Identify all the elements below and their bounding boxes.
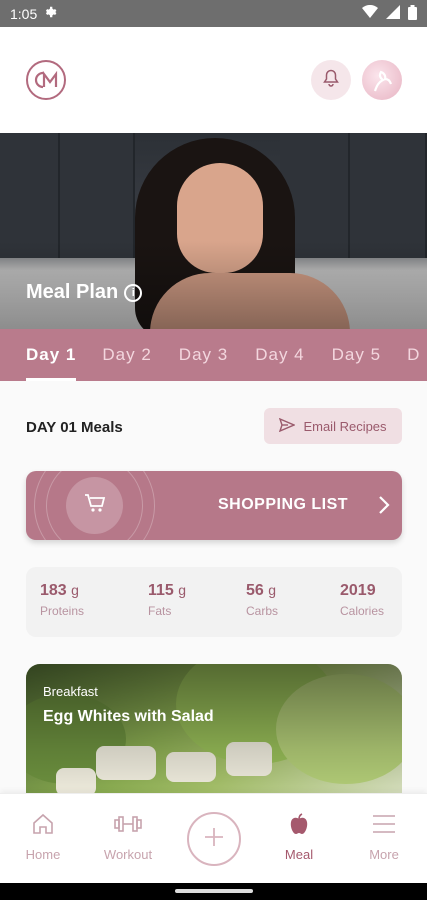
menu-icon <box>371 812 397 839</box>
macro-proteins: 183 g Proteins <box>40 582 84 618</box>
macro-value: 115 <box>148 582 174 599</box>
meal-plan-hero: Meal Plan i <box>0 133 427 329</box>
tab-day-3[interactable]: Day 3 <box>179 329 228 381</box>
macros-summary: 183 g Proteins 115 g Fats 56 g Carbs 201… <box>26 567 402 637</box>
status-time: 1:05 <box>10 5 38 22</box>
macro-value: 2019 <box>340 582 376 599</box>
macro-carbs: 56 g Carbs <box>246 582 278 618</box>
nav-workout[interactable]: Workout <box>93 812 163 862</box>
macro-label: Proteins <box>40 604 85 618</box>
day-tabs: Day 1 Day 2 Day 3 Day 4 Day 5 D <box>0 329 427 381</box>
shopping-list-label: SHOPPING LIST <box>218 496 349 513</box>
nav-more-label: More <box>369 847 399 862</box>
page-title-text: Meal Plan <box>26 281 119 303</box>
apple-icon <box>287 812 311 839</box>
recipe-meal-type: Breakfast <box>43 684 98 699</box>
app-header <box>0 27 427 133</box>
tab-day-2[interactable]: Day 2 <box>102 329 151 381</box>
macro-value: 56 <box>246 582 264 599</box>
send-icon <box>279 417 297 435</box>
recipe-name: Egg Whites with Salad <box>43 708 214 725</box>
dumbbell-icon <box>113 812 143 839</box>
macro-unit: g <box>268 582 277 598</box>
notifications-button[interactable] <box>311 60 351 100</box>
nav-home[interactable]: Home <box>8 812 78 862</box>
email-recipes-label: Email Recipes <box>303 418 387 434</box>
signal-icon <box>386 5 400 22</box>
macro-unit: g <box>178 582 187 598</box>
macro-fats: 115 g Fats <box>148 582 186 618</box>
cart-circle <box>66 477 123 534</box>
tab-day-1[interactable]: Day 1 <box>26 329 77 381</box>
brand-logo-icon[interactable] <box>26 60 66 100</box>
recipe-card[interactable]: Breakfast Egg Whites with Salad <box>26 664 402 804</box>
macro-unit: g <box>71 582 79 598</box>
plus-icon <box>202 825 226 854</box>
add-button[interactable] <box>187 812 241 866</box>
wifi-icon <box>362 4 378 22</box>
app-screen: 1:05 Meal Plan i Day 1 Day 2 Day 3 Day 4… <box>0 0 427 900</box>
info-icon[interactable]: i <box>124 283 143 302</box>
macro-calories: 2019 Calories <box>340 582 384 618</box>
bell-icon <box>323 69 339 92</box>
page-title: Meal Plan i <box>26 281 143 304</box>
cart-icon <box>84 493 106 518</box>
macro-label: Fats <box>148 604 172 618</box>
nav-meal[interactable]: Meal <box>264 812 334 862</box>
macro-label: Calories <box>340 604 385 618</box>
battery-icon <box>408 4 417 23</box>
status-bar: 1:05 <box>0 0 427 27</box>
meal-content: DAY 01 Meals Email Recipes SHOPPING LIST <box>0 381 427 804</box>
profile-avatar[interactable] <box>362 60 402 100</box>
settings-gear-icon <box>43 5 57 22</box>
gesture-bar <box>0 883 427 900</box>
macro-label: Carbs <box>246 604 279 618</box>
home-icon <box>31 812 55 839</box>
meals-heading: DAY 01 Meals <box>26 419 123 436</box>
shopping-list-button[interactable]: SHOPPING LIST <box>26 471 402 540</box>
home-gesture-handle[interactable] <box>175 889 253 893</box>
nav-workout-label: Workout <box>103 847 153 862</box>
email-recipes-button[interactable]: Email Recipes <box>264 408 402 444</box>
macro-value: 183 <box>40 582 67 599</box>
tab-day-6[interactable]: D <box>407 329 420 381</box>
nav-more[interactable]: More <box>349 812 419 862</box>
bottom-nav: Home Workout Meal More <box>0 793 427 883</box>
nav-home-label: Home <box>25 847 61 862</box>
chevron-right-icon <box>378 493 390 522</box>
tab-day-5[interactable]: Day 5 <box>332 329 381 381</box>
tab-day-4[interactable]: Day 4 <box>255 329 304 381</box>
nav-meal-label: Meal <box>284 847 314 862</box>
